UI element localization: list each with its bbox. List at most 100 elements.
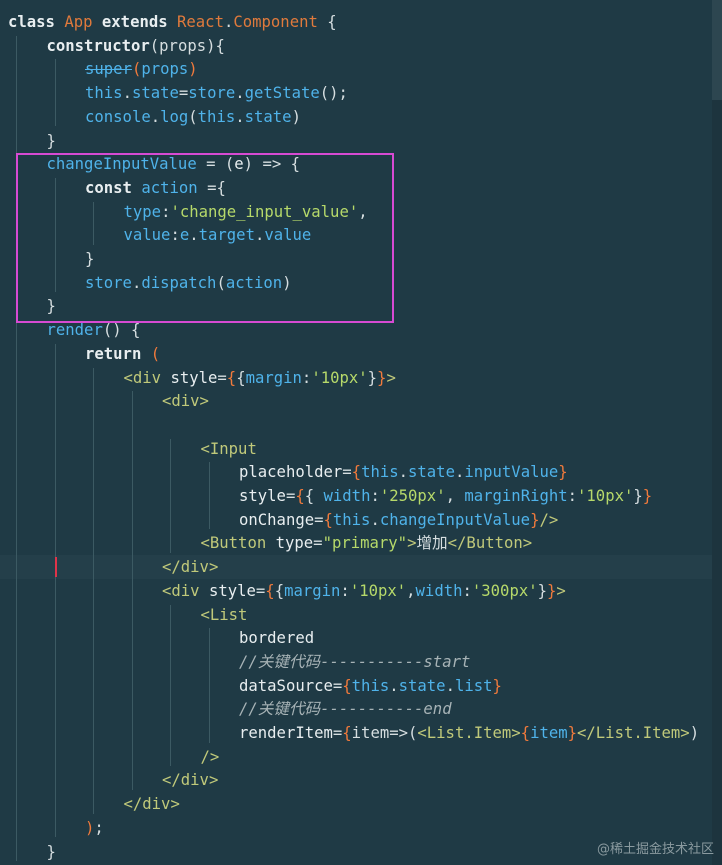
code-text: } — [47, 840, 56, 864]
code-token: this — [361, 463, 399, 482]
code-line[interactable]: onChange={this.changeInputValue}/> — [0, 508, 722, 532]
indent-guide — [54, 59, 56, 127]
code-text: return ( — [85, 342, 160, 366]
code-token: (props){ — [149, 36, 225, 55]
code-token: <div — [162, 581, 209, 600]
code-line[interactable]: renderItem={item=>(<List.Item>{item}</Li… — [0, 721, 722, 745]
code-token: . — [235, 84, 245, 103]
code-token: . — [223, 13, 234, 31]
code-token: this — [85, 84, 123, 103]
code-line[interactable]: style={{ width:'250px', marginRight:'10p… — [0, 484, 722, 508]
code-token: = — [332, 676, 343, 695]
code-token: style — [239, 487, 286, 505]
code-token: ) — [291, 107, 301, 126]
code-token: : — [462, 581, 472, 600]
code-token: return — [85, 344, 151, 363]
code-text: bordered — [239, 626, 314, 650]
code-token: . — [122, 84, 132, 103]
code-token: } — [633, 487, 643, 505]
code-token: type — [275, 534, 314, 553]
code-token: props — [141, 60, 189, 79]
code-token: = — [342, 463, 352, 482]
code-token: <div> — [162, 392, 209, 411]
code-line[interactable]: //关键代码-----------end — [0, 697, 722, 721]
code-text: console.log(this.state) — [85, 105, 301, 129]
code-line[interactable]: dataSource={this.state.list} — [0, 674, 722, 698]
scrollbar-thumb[interactable] — [712, 0, 722, 100]
code-token: changeInputValue — [379, 510, 531, 529]
code-line[interactable]: <div style={{margin:'10px',width:'300px'… — [0, 579, 722, 603]
code-token: . — [398, 463, 409, 482]
code-token: App — [64, 13, 102, 31]
code-line[interactable]: constructor(props){ — [0, 34, 722, 58]
code-token: { — [295, 487, 305, 505]
code-token: <Button — [200, 534, 276, 553]
code-line[interactable]: placeholder={this.state.inputValue} — [0, 460, 722, 484]
code-line[interactable] — [0, 413, 722, 437]
code-token: = — [178, 84, 189, 103]
code-text: this.state=store.getState(); — [85, 81, 348, 105]
code-line[interactable]: /> — [0, 745, 722, 769]
indent-guide — [131, 391, 133, 791]
code-line[interactable]: <div> — [0, 389, 722, 413]
code-token: bordered — [239, 629, 315, 648]
code-token: '10px' — [349, 581, 407, 600]
code-line[interactable]: ); — [0, 816, 722, 840]
code-token: > — [556, 581, 566, 600]
code-token: ( — [131, 60, 142, 79]
code-token: ( — [150, 344, 161, 363]
code-line[interactable]: <div style={{margin:'10px'}}> — [0, 366, 722, 390]
code-token: . — [235, 107, 245, 126]
code-text: //关键代码-----------start — [239, 650, 470, 674]
code-line[interactable]: <Input — [0, 437, 722, 461]
indent-guide — [170, 604, 171, 767]
code-line[interactable]: //关键代码-----------start — [0, 650, 722, 674]
code-token: Component — [233, 13, 318, 31]
code-token: } — [46, 131, 56, 150]
code-token: = — [314, 510, 324, 529]
code-text: placeholder={this.state.inputValue} — [239, 460, 568, 484]
code-token: } — [367, 368, 378, 387]
code-token: super — [85, 60, 132, 79]
code-text: <div style={{margin:'10px',width:'300px'… — [162, 579, 566, 603]
code-text: onChange={this.changeInputValue}/> — [239, 508, 558, 532]
code-text: <Button type="primary">增加</Button> — [201, 531, 533, 555]
code-token: style — [208, 581, 256, 600]
code-line[interactable]: <List — [0, 603, 722, 627]
code-token: . — [389, 676, 399, 695]
code-token: </div> — [162, 771, 219, 790]
code-line[interactable]: </div> — [0, 792, 722, 816]
code-token: </List.Item> — [577, 724, 690, 742]
code-token: '10px' — [311, 368, 368, 387]
code-line[interactable]: </div> — [0, 768, 722, 792]
code-line[interactable]: bordered — [0, 626, 722, 650]
code-token: ) — [689, 724, 700, 742]
code-text: } — [47, 129, 56, 153]
code-line[interactable]: <Button type="primary">增加</Button> — [0, 531, 722, 555]
code-token: . — [150, 107, 161, 126]
code-line[interactable]: </div> — [0, 555, 722, 580]
code-token: getState — [244, 84, 320, 103]
code-token: 增加 — [416, 534, 448, 553]
code-token: store — [188, 84, 236, 103]
code-token: { — [342, 676, 352, 695]
code-line[interactable]: this.state=store.getState(); — [0, 81, 722, 105]
code-line[interactable]: console.log(this.state) — [0, 105, 722, 129]
code-token: ) — [85, 818, 95, 837]
code-token: inputValue — [464, 463, 559, 482]
code-token: } — [492, 676, 502, 695]
vertical-scrollbar[interactable] — [712, 0, 722, 865]
code-token: = — [217, 368, 227, 387]
code-token: { — [304, 487, 324, 505]
code-line[interactable]: class App extends React.Component { — [0, 10, 722, 34]
code-token: </Button> — [447, 534, 533, 553]
code-line[interactable]: } — [0, 129, 722, 153]
code-token: , — [445, 487, 465, 505]
code-line[interactable]: return ( — [0, 342, 722, 366]
code-token: width — [323, 487, 371, 505]
text-cursor — [55, 557, 57, 577]
code-token: } — [558, 463, 568, 482]
code-line[interactable]: super(props) — [0, 57, 722, 81]
code-editor[interactable]: class App extends React.Component {const… — [0, 0, 722, 865]
code-text: <Input — [201, 437, 257, 461]
